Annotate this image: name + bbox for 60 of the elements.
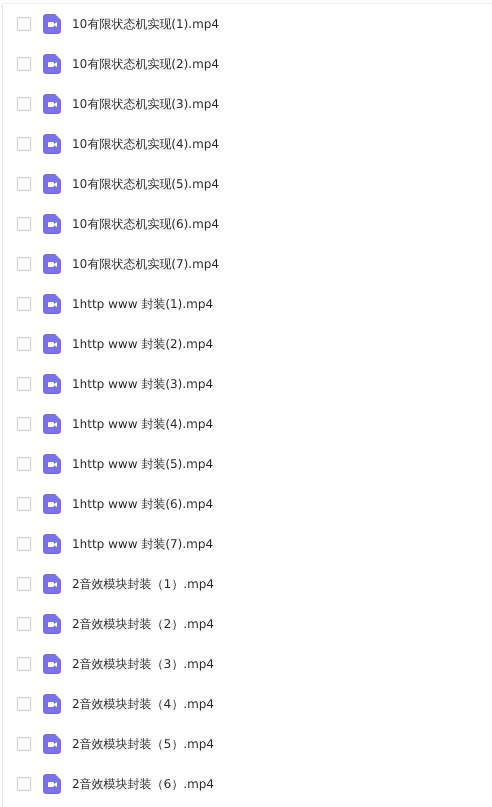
file-name[interactable]: 1http www 封装(5).mp4	[72, 456, 214, 472]
checkbox[interactable]	[17, 257, 31, 271]
video-file-icon	[43, 214, 61, 234]
checkbox[interactable]	[17, 497, 31, 511]
file-name[interactable]: 10有限状态机实现(1).mp4	[72, 16, 220, 32]
file-name[interactable]: 10有限状态机实现(5).mp4	[72, 176, 220, 192]
checkbox[interactable]	[17, 57, 31, 71]
video-file-icon	[43, 134, 61, 154]
file-name[interactable]: 10有限状态机实现(3).mp4	[72, 96, 220, 112]
file-name[interactable]: 10有限状态机实现(4).mp4	[72, 136, 220, 152]
checkbox[interactable]	[17, 737, 31, 751]
checkbox[interactable]	[17, 337, 31, 351]
video-file-icon	[43, 614, 61, 634]
video-file-icon	[43, 94, 61, 114]
file-name[interactable]: 1http www 封装(2).mp4	[72, 336, 214, 352]
video-file-icon	[43, 494, 61, 514]
video-file-icon	[43, 774, 61, 794]
video-file-icon	[43, 414, 61, 434]
checkbox[interactable]	[17, 537, 31, 551]
video-file-icon	[43, 654, 61, 674]
file-name[interactable]: 1http www 封装(6).mp4	[72, 496, 214, 512]
checkbox[interactable]	[17, 457, 31, 471]
checkbox[interactable]	[17, 377, 31, 391]
checkbox[interactable]	[17, 777, 31, 791]
video-file-icon	[43, 254, 61, 274]
video-file-icon	[43, 574, 61, 594]
file-name[interactable]: 2音效模块封装（5）.mp4	[72, 736, 214, 752]
checkbox[interactable]	[17, 657, 31, 671]
video-file-icon	[43, 454, 61, 474]
file-name[interactable]: 2音效模块封装（6）.mp4	[72, 776, 214, 792]
checkbox[interactable]	[17, 417, 31, 431]
file-name[interactable]: 1http www 封装(4).mp4	[72, 416, 214, 432]
checkbox[interactable]	[17, 617, 31, 631]
video-file-icon	[43, 334, 61, 354]
video-file-icon	[43, 14, 61, 34]
video-file-icon	[43, 694, 61, 714]
checkbox[interactable]	[17, 577, 31, 591]
file-name[interactable]: 1http www 封装(3).mp4	[72, 376, 214, 392]
file-name[interactable]: 2音效模块封装（1）.mp4	[72, 576, 214, 592]
file-name[interactable]: 2音效模块封装（4）.mp4	[72, 696, 214, 712]
checkbox[interactable]	[17, 17, 31, 31]
file-name[interactable]: 10有限状态机实现(2).mp4	[72, 56, 220, 72]
file-name[interactable]: 2音效模块封装（2）.mp4	[72, 616, 214, 632]
checkbox[interactable]	[17, 297, 31, 311]
file-name[interactable]: 10有限状态机实现(6).mp4	[72, 216, 220, 232]
video-file-icon	[43, 294, 61, 314]
file-name[interactable]: 10有限状态机实现(7).mp4	[72, 256, 220, 272]
checkbox[interactable]	[17, 137, 31, 151]
checkbox[interactable]	[17, 177, 31, 191]
file-name[interactable]: 1http www 封装(7).mp4	[72, 536, 214, 552]
video-file-icon	[43, 54, 61, 74]
video-file-icon	[43, 534, 61, 554]
video-file-icon	[43, 174, 61, 194]
file-name[interactable]: 1http www 封装(1).mp4	[72, 296, 214, 312]
checkbox[interactable]	[17, 217, 31, 231]
video-file-icon	[43, 374, 61, 394]
file-name[interactable]: 2音效模块封装（3）.mp4	[72, 656, 214, 672]
checkbox[interactable]	[17, 697, 31, 711]
video-file-icon	[43, 734, 61, 754]
checkbox[interactable]	[17, 97, 31, 111]
